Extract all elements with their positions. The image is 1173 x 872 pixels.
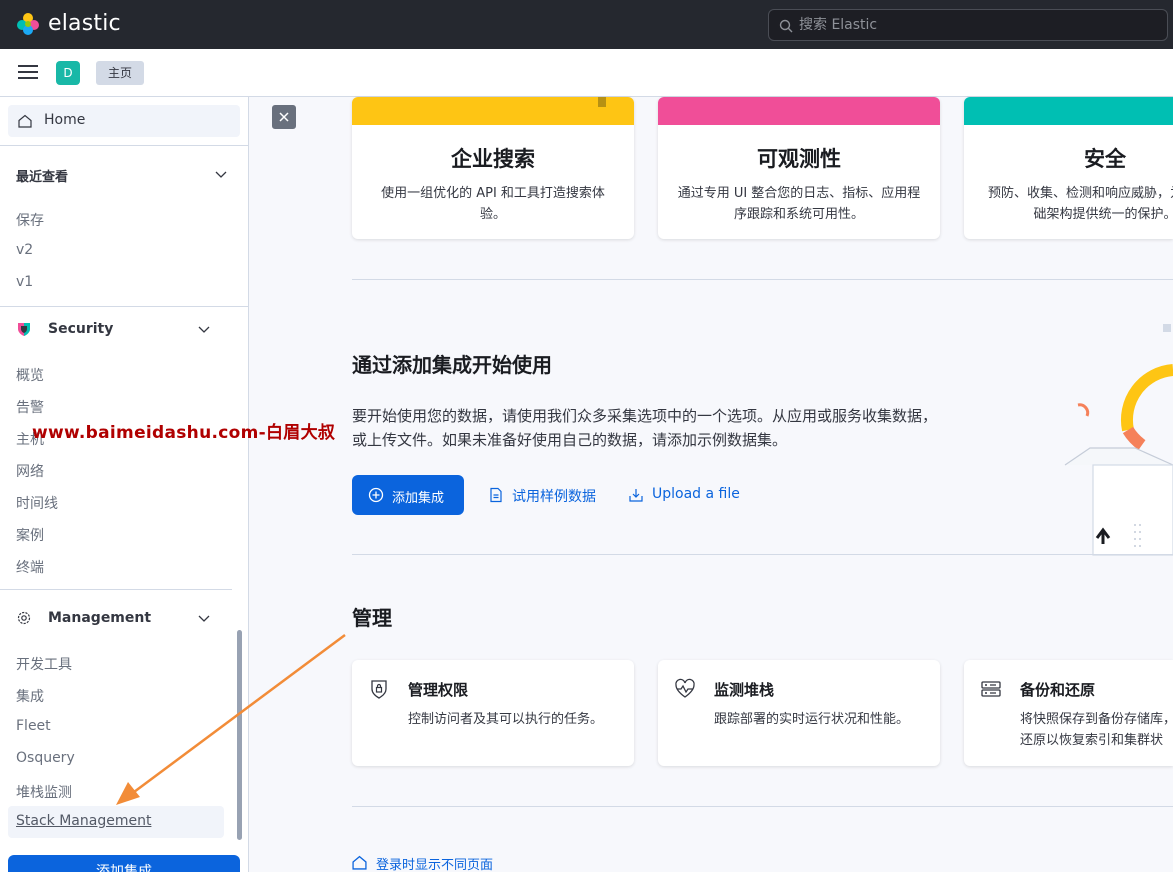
brand-name[interactable]: elastic [48, 11, 121, 36]
sidebar-scrollbar[interactable] [237, 630, 242, 840]
solution-color-band [658, 97, 940, 125]
divider [0, 306, 248, 307]
solution-description: 预防、收集、检测和响应威胁，为整个基础架构提供统一的保护。 [987, 186, 1173, 222]
solution-card-security[interactable]: 安全 预防、收集、检测和响应威胁，为整个基础架构提供统一的保护。 [964, 97, 1173, 239]
security-nav-item[interactable]: 网络 [16, 461, 44, 481]
upload-icon [629, 489, 643, 502]
solution-card-enterprise-search[interactable]: 企业搜索 使用一组优化的 API 和工具打造搜索体验。 [352, 97, 634, 239]
heart-pulse-icon [675, 678, 695, 698]
divider [0, 589, 232, 590]
card-title: 监测堆栈 [714, 681, 775, 699]
solution-title: 可观测性 [757, 147, 841, 171]
home-icon [352, 855, 367, 870]
menu-toggle-button[interactable] [18, 65, 38, 81]
get-started-title: 通过添加集成开始使用 [352, 353, 552, 377]
chevron-down-icon[interactable] [197, 322, 211, 336]
elastic-logo-icon[interactable] [16, 12, 40, 36]
solution-title: 安全 [1084, 147, 1126, 171]
management-nav-item[interactable]: 堆栈监测 [16, 782, 72, 802]
gear-icon [17, 611, 31, 625]
chevron-down-icon[interactable] [197, 611, 211, 625]
try-sample-data-button[interactable]: 试用样例数据 [512, 486, 596, 506]
chevron-down-icon[interactable] [214, 167, 228, 181]
top-header: elastic [0, 0, 1173, 49]
home-icon [18, 114, 32, 128]
solution-description: 使用一组优化的 API 和工具打造搜索体验。 [381, 186, 605, 222]
breadcrumb[interactable]: 主页 [96, 61, 145, 85]
solution-color-band [352, 97, 634, 125]
get-started-illustration [1064, 324, 1173, 556]
recent-item[interactable]: 保存 [16, 210, 44, 230]
management-nav-item[interactable]: Osquery [16, 750, 75, 766]
card-description: 将快照保存到备份存储库，还原以恢复索引和集群状态。 [1020, 712, 1173, 748]
button-label: 添加集成 [392, 491, 445, 506]
storage-icon [981, 681, 1001, 697]
recent-item[interactable]: v2 [16, 242, 33, 258]
management-nav-item[interactable]: 集成 [16, 686, 44, 706]
security-nav-item[interactable]: 时间线 [16, 493, 58, 513]
close-button[interactable] [272, 105, 296, 129]
solution-title: 企业搜索 [451, 147, 535, 171]
solution-description: 通过专用 UI 整合您的日志、指标、应用程序跟踪和系统可用性。 [677, 186, 921, 222]
recent-group-title[interactable]: 最近查看 [16, 166, 68, 185]
section-divider [352, 806, 1173, 807]
link-label: 登录时显示不同页面 [376, 858, 494, 872]
sidebar-item-label: Stack Management [16, 813, 152, 829]
management-nav-item[interactable]: 开发工具 [16, 654, 72, 674]
close-icon [279, 112, 289, 122]
watermark-text: www.baimeidashu.com-白眉大叔 [32, 423, 336, 443]
sidebar-item-home[interactable]: Home [8, 105, 240, 137]
management-card-monitor-stack[interactable]: 监测堆栈 跟踪部署的实时运行状况和性能。 [658, 660, 940, 766]
search-icon [779, 19, 793, 33]
management-card-permissions[interactable]: 管理权限 控制访问者及其可以执行的任务。 [352, 660, 634, 766]
add-integrations-nav-button[interactable]: 添加集成 [8, 855, 240, 872]
card-title: 管理权限 [408, 681, 469, 699]
security-nav-item[interactable]: 概览 [16, 365, 44, 385]
security-group-title[interactable]: Security [48, 321, 113, 337]
get-started-description: 要开始使用您的数据，请使用我们众多采集选项中的一个选项。从应用或服务收集数据，或… [352, 407, 938, 449]
card-description: 跟踪部署的实时运行状况和性能。 [714, 712, 910, 727]
security-nav-item[interactable]: 案例 [16, 525, 44, 545]
security-nav-item[interactable]: 告警 [16, 397, 44, 417]
plus-circle-icon [368, 487, 384, 503]
side-nav: Home 最近查看 保存 v2 v1 Security 概览 告警 主机 网络 … [0, 97, 249, 872]
recent-item[interactable]: v1 [16, 274, 33, 290]
shield-lock-icon [371, 680, 387, 699]
card-title: 备份和还原 [1020, 681, 1096, 699]
solution-card-observability[interactable]: 可观测性 通过专用 UI 整合您的日志、指标、应用程序跟踪和系统可用性。 [658, 97, 940, 239]
button-label: 添加集成 [96, 864, 152, 872]
add-integrations-button[interactable]: 添加集成 [352, 475, 464, 515]
management-card-backup-restore[interactable]: 备份和还原 将快照保存到备份存储库，还原以恢复索引和集群状态。 [964, 660, 1173, 766]
upload-file-button[interactable]: Upload a file [652, 486, 740, 502]
breadcrumb-bar: D 主页 [0, 49, 1173, 97]
document-icon [490, 487, 502, 503]
management-nav-item[interactable]: Fleet [16, 718, 51, 734]
space-avatar[interactable]: D [56, 61, 80, 85]
section-divider [352, 554, 1173, 555]
management-section-title: 管理 [352, 606, 392, 630]
security-nav-item[interactable]: 终端 [16, 557, 44, 577]
section-divider [352, 279, 1173, 280]
security-shield-icon [18, 323, 30, 336]
management-group-title[interactable]: Management [48, 610, 151, 626]
sidebar-item-label: Home [44, 112, 86, 128]
search-input[interactable] [799, 10, 1159, 40]
solution-color-band [964, 97, 1173, 125]
global-search[interactable] [768, 9, 1168, 41]
sidebar-item-stack-management[interactable]: Stack Management [8, 806, 224, 838]
divider [0, 145, 248, 146]
card-description: 控制访问者及其可以执行的任务。 [408, 712, 604, 727]
